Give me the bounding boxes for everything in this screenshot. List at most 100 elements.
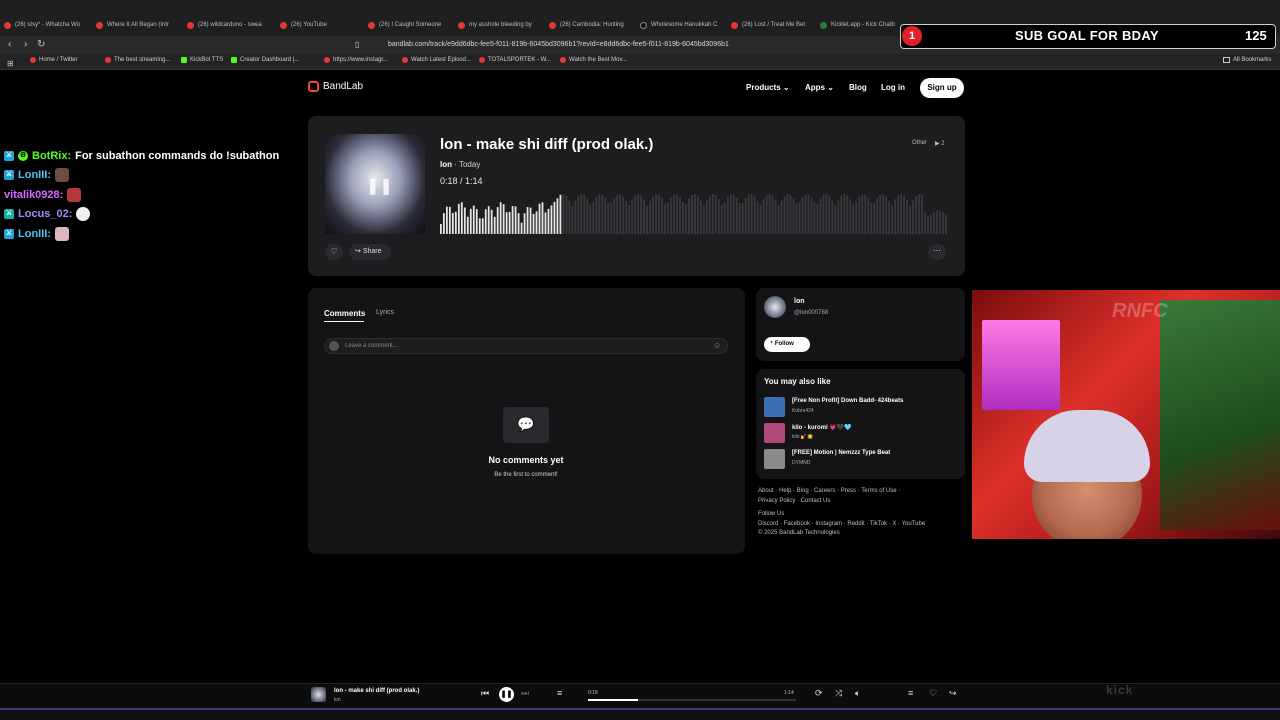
player-track-title[interactable]: lon - make shi diff (prod olak.) — [334, 688, 419, 694]
volume-icon[interactable]: 🔈︎ — [855, 688, 860, 699]
more-options-button[interactable]: ⋯ — [928, 244, 946, 260]
queue-icon[interactable]: ≡ — [557, 688, 562, 698]
player-artist[interactable]: lon — [334, 697, 341, 703]
suggested-track-artist[interactable]: DYMND — [792, 460, 810, 466]
player-progress-bar[interactable] — [588, 699, 796, 701]
nav-products[interactable]: Products ⌄ — [746, 83, 790, 92]
all-bookmarks[interactable]: All Bookmarks — [1223, 57, 1271, 63]
suggested-track-title[interactable]: [Free Non Profit] Down Badd- 424beats — [792, 398, 903, 404]
track-artist-link[interactable]: lon — [440, 160, 452, 169]
waveform-bar — [502, 204, 505, 234]
forward-arrow-icon[interactable]: › — [24, 38, 27, 52]
browser-tab[interactable]: (26) YouTube — [280, 18, 366, 32]
track-title: lon - make shi diff (prod olak.) — [440, 136, 654, 153]
player-heart-icon[interactable]: ♡ — [929, 688, 937, 699]
pause-icon[interactable]: ❚❚ — [366, 176, 393, 196]
waveform-bar — [792, 198, 795, 234]
waveform-bar — [586, 198, 589, 234]
browser-tab[interactable]: Wholesome Hanukkah C — [640, 18, 726, 32]
tab-lyrics[interactable]: Lyrics — [376, 309, 394, 316]
waveform-bar — [714, 195, 717, 234]
next-track-icon[interactable]: ⏭ — [521, 688, 529, 699]
suggested-track-artist[interactable]: Kobra424 — [792, 408, 814, 414]
waveform-bar — [840, 195, 843, 234]
waveform-bar — [870, 202, 873, 234]
shuffle-icon[interactable]: ⤨ — [835, 688, 842, 699]
player-pause-button[interactable]: ❚❚ — [499, 687, 514, 702]
browser-tab[interactable]: (26) wildcarduno - swea — [187, 18, 273, 32]
comment-input[interactable]: Leave a comment... — [324, 338, 728, 354]
bookmark-item[interactable]: Home / Twitter — [30, 57, 78, 63]
apps-grid-icon[interactable]: ⊞ — [7, 57, 14, 71]
suggested-track[interactable]: [FREE] Motion | Nemzzz Type Beat DYMND — [764, 449, 959, 469]
waveform-bar — [625, 201, 628, 234]
nav-apps[interactable]: Apps ⌄ — [805, 83, 834, 92]
bandlab-logo[interactable]: BandLab — [308, 81, 363, 92]
like-button[interactable]: ♡ — [325, 244, 343, 260]
waveform[interactable] — [440, 190, 948, 234]
player-cover-art[interactable] — [311, 687, 326, 702]
waveform-bar — [699, 200, 702, 234]
browser-tab-label: Where It All Began (Intr — [107, 22, 170, 28]
url-field[interactable]: bandlab.com/track/e9dd6dbc-fee5-f011-819… — [370, 38, 890, 52]
waveform-bar — [646, 205, 648, 234]
browser-tab[interactable]: (26) I Caught Someone — [368, 18, 454, 32]
suggested-track-title[interactable]: kilo - kuromi 💗🖤🩵 — [792, 424, 852, 431]
suggested-track-artist[interactable]: kilo 💅🌟 — [792, 434, 813, 440]
waveform-bar — [523, 213, 526, 234]
suggested-track-cover[interactable] — [764, 423, 785, 443]
browser-tab[interactable]: (26) Cambodia: Hunting — [549, 18, 635, 32]
bookmark-item[interactable]: https://www.instagr... — [324, 57, 388, 63]
share-button[interactable]: ↪ Share — [349, 244, 391, 260]
reload-icon[interactable]: ↻ — [37, 38, 45, 52]
social-links[interactable]: Discord · Facebook · Instagram · Reddit … — [758, 519, 968, 529]
bookmark-item[interactable]: TOTALSPORTEK - W... — [479, 57, 551, 63]
playlist-add-icon[interactable]: ≡ — [908, 688, 913, 698]
bookmark-item[interactable]: Creator Dashboard |... — [231, 57, 299, 63]
bookmark-item[interactable]: KickBot TTS — [181, 57, 223, 63]
bookmark-item[interactable]: The best streaming... — [105, 57, 170, 63]
nav-login[interactable]: Log in — [881, 83, 905, 92]
tab-comments[interactable]: Comments — [324, 309, 365, 318]
waveform-bar — [562, 194, 565, 234]
signup-button[interactable]: Sign up — [920, 78, 964, 98]
artist-avatar[interactable] — [764, 296, 786, 318]
bookmark-icon[interactable]: ▯ — [355, 38, 359, 52]
waveform-bar — [622, 196, 625, 234]
waveform-bar — [936, 210, 938, 234]
waveform-bar — [508, 211, 511, 234]
waveform-bar — [631, 199, 634, 234]
suggested-track-title[interactable]: [FREE] Motion | Nemzzz Type Beat — [792, 450, 890, 456]
repeat-icon[interactable]: ⟳ — [815, 688, 823, 699]
nav-blog[interactable]: Blog — [849, 83, 867, 92]
comment-bubble-icon: 💬 — [503, 407, 549, 443]
previous-track-icon[interactable]: ⏮ — [481, 688, 489, 699]
player-share-icon[interactable]: ↪ — [949, 688, 957, 699]
bookmark-label: Home / Twitter — [39, 57, 78, 63]
suggested-track-cover[interactable] — [764, 449, 785, 469]
footer-links-line1[interactable]: About · Help · Blog · Careers · Press · … — [758, 486, 968, 496]
bookmark-item[interactable]: Watch the Best Mov... — [560, 57, 627, 63]
chat-username: BotRix: — [32, 149, 72, 162]
browser-tab[interactable]: (26) stsy* - Whatcha Wo — [4, 18, 90, 32]
chevron-down-icon: ⌄ — [782, 83, 790, 92]
waveform-bar — [511, 206, 514, 234]
browser-tab[interactable]: Kicklet.app - Kick Chatb — [820, 18, 906, 32]
suggested-track[interactable]: kilo - kuromi 💗🖤🩵 kilo 💅🌟 — [764, 423, 959, 443]
emoji-icon[interactable]: ☺ — [713, 341, 721, 350]
waveform-bar — [852, 204, 855, 234]
back-arrow-icon[interactable]: ‹ — [8, 38, 11, 52]
browser-tab[interactable]: Where It All Began (Intr — [96, 18, 182, 32]
bookmark-item[interactable]: Watch Latest Episod... — [402, 57, 471, 63]
waveform-bar — [466, 216, 469, 234]
artist-name[interactable]: lon — [794, 298, 805, 305]
waveform-bar — [445, 206, 448, 234]
footer-links-line2[interactable]: Privacy Policy · Contact Us — [758, 496, 968, 506]
follow-button[interactable]: ⁺ Follow — [764, 337, 810, 352]
browser-tab[interactable]: (26) Lost / Treat Me Bet — [731, 18, 817, 32]
browser-tab[interactable]: my asshole bleeding by — [458, 18, 544, 32]
suggested-track[interactable]: [Free Non Profit] Down Badd- 424beats Kob… — [764, 397, 959, 417]
genre-tag[interactable]: Other — [912, 140, 927, 146]
chat-message: vitalik0928: — [4, 185, 294, 205]
suggested-track-cover[interactable] — [764, 397, 785, 417]
